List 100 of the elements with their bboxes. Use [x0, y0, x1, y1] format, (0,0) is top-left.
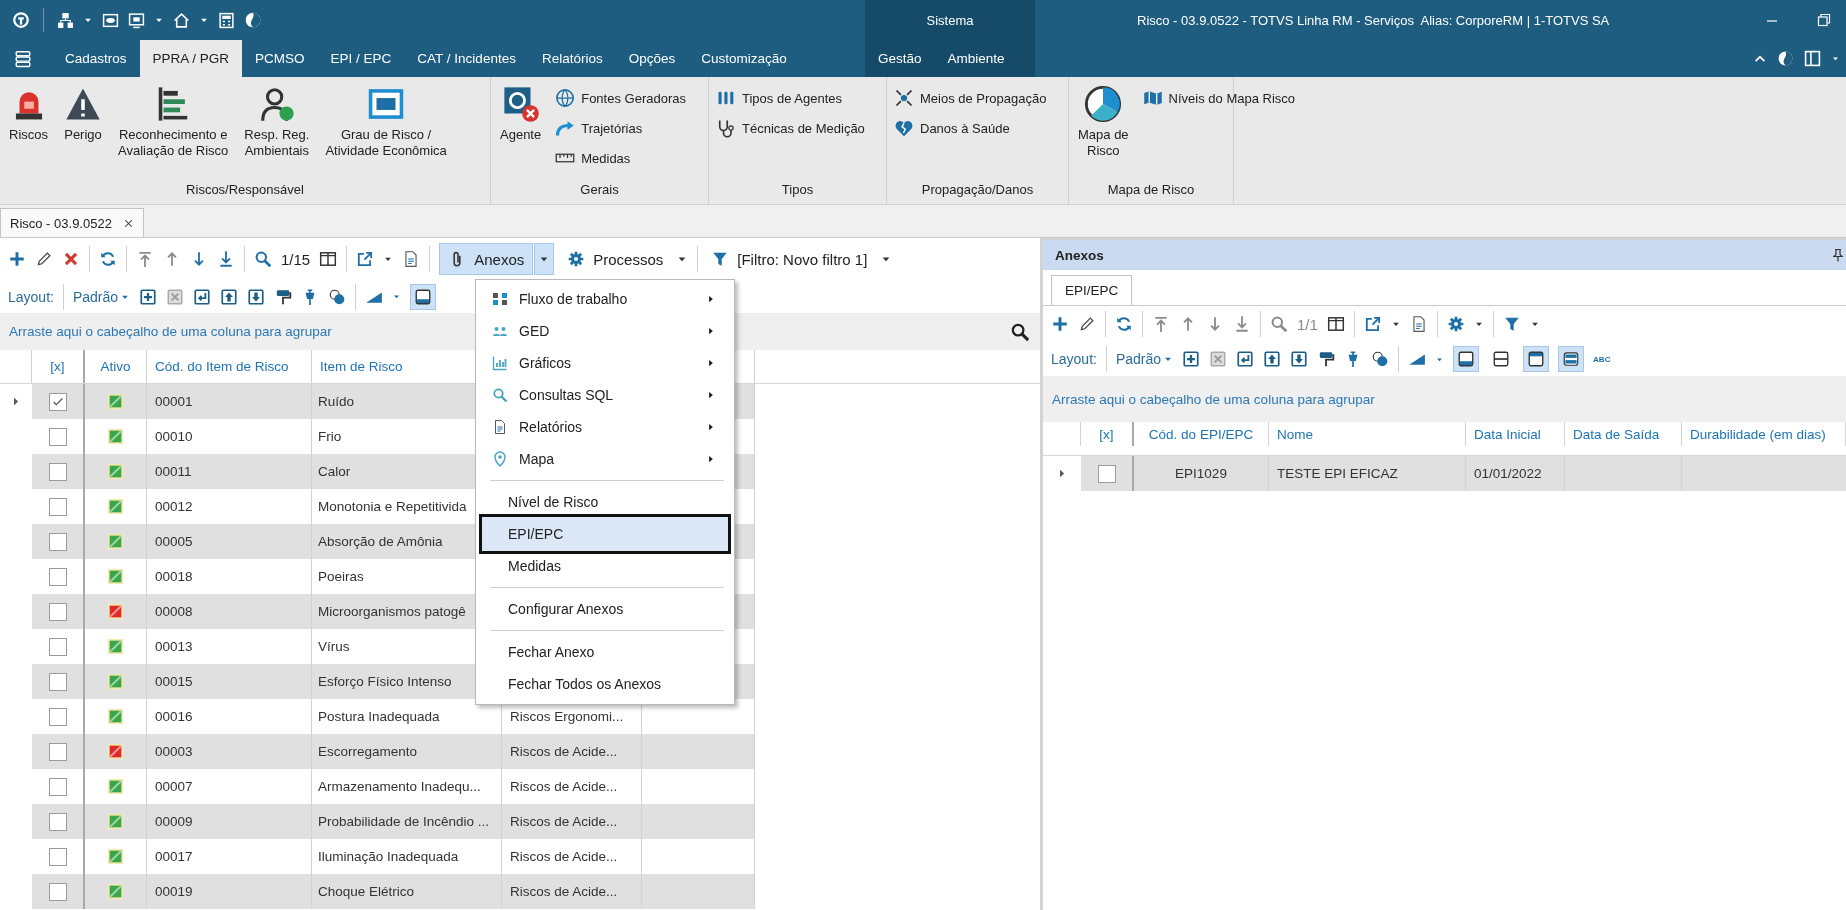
attachments-button[interactable]: Anexos [439, 243, 534, 275]
columns-icon[interactable] [319, 250, 338, 268]
menu-tab[interactable]: Cadastros [52, 40, 140, 77]
view-toggle[interactable] [410, 283, 437, 310]
export-icon[interactable] [356, 250, 375, 268]
checkbox[interactable] [48, 462, 67, 481]
upload-icon[interactable] [1263, 350, 1282, 368]
view-toggle[interactable] [1453, 346, 1480, 372]
ribbon-button[interactable]: Danos à Saúde [891, 117, 1050, 139]
column-header[interactable]: Data de Saída [1565, 422, 1682, 446]
checkbox[interactable] [1097, 464, 1116, 483]
download-icon[interactable] [1290, 350, 1309, 368]
ribbon-button[interactable]: Fontes Geradoras [552, 87, 689, 109]
checkbox[interactable] [48, 427, 67, 446]
ribbon-button[interactable]: Riscos [4, 83, 53, 145]
column-header[interactable]: Ativo [85, 350, 147, 383]
ribbon-button[interactable]: Mapa de Risco [1073, 83, 1134, 161]
column-header[interactable]: [x] [1081, 422, 1134, 446]
eye-icon[interactable] [102, 11, 119, 29]
ribbon-button[interactable]: Grau de Risco / Atividade Econômica [320, 83, 452, 161]
monitor-icon[interactable] [128, 11, 145, 29]
restore-icon[interactable] [1816, 12, 1832, 28]
document-tab[interactable]: Risco - 03.9.0522 [0, 208, 144, 237]
remove-layout-icon[interactable] [1209, 350, 1228, 368]
add-layout-icon[interactable] [1182, 350, 1201, 368]
menu-item[interactable]: Fluxo de trabalho [479, 283, 731, 315]
last-record-icon[interactable] [1233, 315, 1251, 333]
home-icon[interactable] [173, 11, 190, 29]
gear-icon[interactable] [1446, 315, 1465, 333]
menu-tab[interactable]: Relatórios [528, 40, 616, 77]
globe-icon[interactable] [555, 88, 576, 108]
broken-heart-icon[interactable] [894, 118, 914, 138]
download-icon[interactable] [247, 287, 266, 306]
map-icon[interactable] [1142, 88, 1163, 108]
ribbon-button[interactable]: Técnicas de Medição [713, 117, 868, 139]
ribbon-button[interactable]: Agente [495, 83, 547, 145]
checkbox[interactable] [48, 812, 67, 831]
checkbox[interactable] [48, 497, 67, 516]
menu-tab[interactable]: Gestão [865, 40, 935, 77]
menu-tab[interactable]: CAT / Incidentes [404, 40, 529, 77]
hierarchy-icon[interactable] [57, 11, 74, 29]
pin-icon[interactable] [1830, 247, 1846, 263]
menu-tab[interactable]: PCMSO [242, 40, 318, 77]
checkbox[interactable] [48, 707, 67, 726]
delete-icon[interactable] [62, 250, 80, 268]
column-header[interactable]: Cód. do Item de Risco [147, 350, 312, 383]
checkbox[interactable] [48, 882, 67, 901]
upload-icon[interactable] [220, 287, 239, 306]
checkbox[interactable] [48, 672, 67, 691]
edit-icon[interactable] [35, 250, 53, 268]
filter-button[interactable]: [Filtro: Novo filtro 1] [707, 250, 872, 268]
column-header[interactable]: Cód. do EPI/EPC [1134, 422, 1269, 446]
checkbox[interactable] [48, 567, 67, 586]
checkbox[interactable] [48, 392, 67, 411]
paint-roller-icon[interactable] [1317, 350, 1336, 368]
processes-button[interactable]: Processos [563, 250, 668, 268]
stethoscope-icon[interactable] [716, 118, 736, 138]
layout-dropdown[interactable]: Padrão [72, 288, 131, 305]
menu-item[interactable]: EPI/EPC [479, 514, 731, 554]
view-toggle[interactable] [1523, 346, 1550, 372]
globe-icon[interactable] [244, 11, 262, 29]
checkbox[interactable] [48, 602, 67, 621]
ribbon-button[interactable]: Meios de Propagação [891, 87, 1050, 109]
refresh-icon[interactable] [99, 250, 117, 268]
add-icon[interactable] [1051, 315, 1069, 333]
pie-chart-icon[interactable] [1084, 85, 1123, 123]
spellcheck-button[interactable]: ABC [1593, 354, 1611, 364]
layout-dropdown[interactable]: Padrão [1115, 351, 1174, 367]
add-layout-icon[interactable] [139, 287, 158, 306]
panel-tab[interactable]: EPI/EPC [1051, 275, 1133, 305]
export-icon[interactable] [1363, 315, 1382, 333]
menu-tab[interactable]: EPI / EPC [317, 40, 405, 77]
ribbon-button[interactable]: Medidas [552, 147, 689, 169]
column-header[interactable]: Durabilidade (em dias) [1682, 422, 1846, 446]
search-icon[interactable] [1010, 321, 1030, 342]
column-header[interactable]: Nome [1269, 422, 1466, 446]
shapes-icon[interactable] [328, 287, 347, 306]
columns-icon[interactable] [1326, 315, 1345, 333]
menu-tab[interactable]: Opções [615, 40, 689, 77]
spread-icon[interactable] [894, 88, 914, 108]
menu-icon[interactable] [14, 49, 32, 68]
menu-tab[interactable]: Ambiente [934, 40, 1018, 77]
refresh-icon[interactable] [1115, 315, 1133, 333]
menu-tab[interactable]: Customização [688, 40, 800, 77]
checkbox[interactable] [48, 637, 67, 656]
last-record-icon[interactable] [217, 250, 235, 268]
calculator-icon[interactable] [218, 11, 235, 29]
checkbox[interactable] [48, 742, 67, 761]
shapes-icon[interactable] [1371, 350, 1390, 368]
layout-icon[interactable] [1804, 50, 1821, 67]
gear-icon[interactable] [567, 250, 586, 268]
first-record-icon[interactable] [1152, 315, 1170, 333]
view-toggle[interactable] [1558, 346, 1585, 372]
first-record-icon[interactable] [136, 250, 154, 268]
checkbox[interactable] [48, 847, 67, 866]
remove-layout-icon[interactable] [166, 287, 185, 306]
edit-icon[interactable] [1078, 315, 1096, 333]
menu-item[interactable]: GED [479, 315, 731, 347]
checkbox[interactable] [48, 532, 67, 551]
caret-icon[interactable] [1831, 54, 1840, 63]
